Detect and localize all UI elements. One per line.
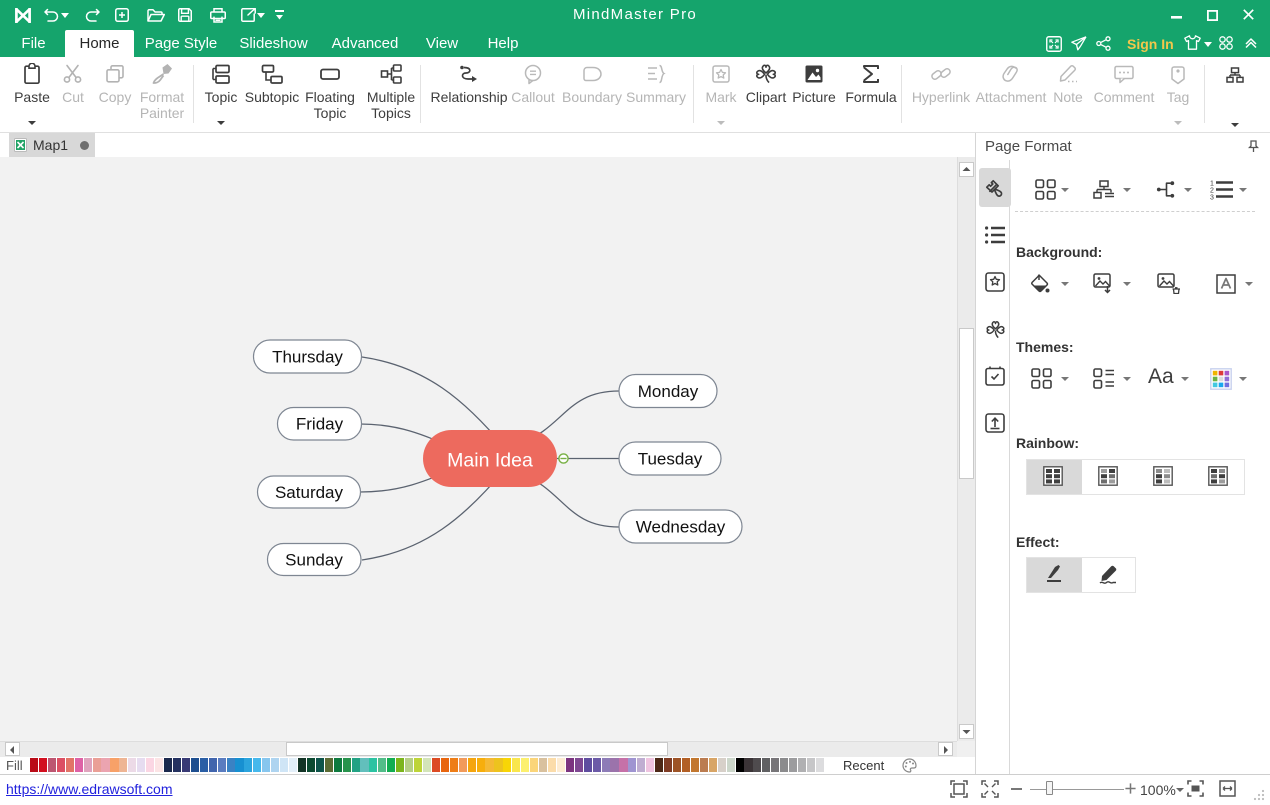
svg-text:Saturday: Saturday: [275, 483, 344, 502]
svg-text:Monday: Monday: [638, 382, 699, 401]
svg-text:Main Idea: Main Idea: [447, 450, 533, 472]
svg-text:Tuesday: Tuesday: [638, 450, 703, 469]
svg-text:Friday: Friday: [296, 415, 344, 434]
svg-text:Sunday: Sunday: [285, 551, 343, 570]
svg-text:Thursday: Thursday: [272, 348, 343, 367]
svg-text:3: 3: [1210, 195, 1214, 201]
svg-text:2: 2: [1210, 188, 1214, 195]
svg-text:1: 1: [1210, 181, 1214, 188]
svg-text:Wednesday: Wednesday: [636, 518, 726, 537]
